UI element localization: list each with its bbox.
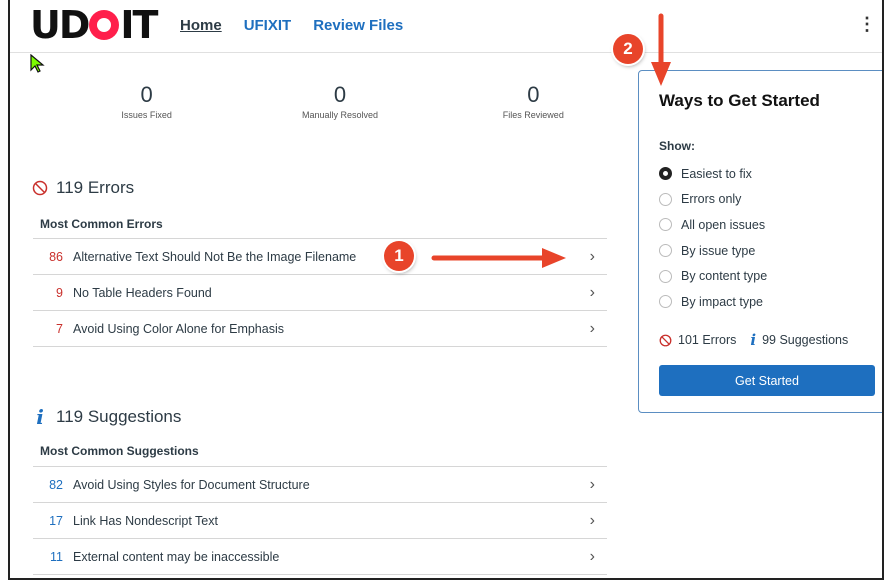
stat-value: 0 <box>527 82 540 107</box>
radio-circle-icon <box>659 295 672 309</box>
errors-heading: 119 Errors <box>32 178 134 198</box>
chevron-right-icon: › <box>589 511 595 529</box>
chevron-right-icon: › <box>589 283 595 301</box>
radio-errors-only[interactable]: Errors only <box>659 187 767 213</box>
suggestion-count: 11 <box>50 549 63 564</box>
suggestion-label: Avoid Using Styles for Document Structur… <box>73 477 310 492</box>
stat-label: Issues Fixed <box>121 110 172 120</box>
error-label: No Table Headers Found <box>73 285 212 300</box>
errors-tally: 101 Errors <box>678 333 737 347</box>
error-count: 86 <box>49 249 63 264</box>
info-icon: i <box>750 331 757 349</box>
suggestions-title: 119 Suggestions <box>56 407 182 426</box>
radio-circle-icon <box>659 218 672 232</box>
error-circle-slash-icon <box>32 180 48 196</box>
mouse-cursor-icon <box>30 54 45 73</box>
radio-label: By content type <box>681 269 768 284</box>
radio-label: By issue type <box>681 243 756 258</box>
radio-label: All open issues <box>681 217 766 232</box>
radio-by-issue-type[interactable]: By issue type <box>659 238 767 264</box>
radio-by-content-type[interactable]: By content type <box>659 263 767 289</box>
kebab-menu-icon[interactable]: ⋮ <box>858 14 876 35</box>
stat-value: 0 <box>333 82 347 107</box>
error-row[interactable]: 7 Avoid Using Color Alone for Emphasis › <box>33 310 607 347</box>
suggestion-row[interactable]: 17 Link Has Nondescript Text › <box>33 502 607 538</box>
nav-review-files[interactable]: Review Files <box>313 17 403 34</box>
suggestion-label: External content may be inaccessible <box>73 549 280 564</box>
radio-selected-icon <box>659 167 672 181</box>
card-tallies: 101 Errors i 99 Suggestions <box>659 331 848 349</box>
suggestions-tally: 99 Suggestions <box>762 333 849 347</box>
annotation-arrow-right-icon <box>431 248 566 268</box>
stat-label: Files Reviewed <box>502 110 564 120</box>
show-label: Show: <box>659 139 695 153</box>
stat-files-reviewed: 0 Files Reviewed <box>437 82 630 120</box>
suggestions-list: 82 Avoid Using Styles for Document Struc… <box>33 466 607 575</box>
nav-home[interactable]: Home <box>180 17 222 34</box>
suggestions-subtitle: Most Common Suggestions <box>40 444 199 458</box>
error-count: 9 <box>56 285 63 300</box>
radio-label: Errors only <box>681 192 742 207</box>
annotation-badge-1: 1 <box>384 241 414 271</box>
radio-label: By impact type <box>681 294 763 309</box>
chevron-right-icon: › <box>589 319 595 337</box>
nav-ufixit[interactable]: UFIXIT <box>244 17 292 34</box>
errors-subtitle: Most Common Errors <box>40 217 163 231</box>
info-icon: i <box>36 405 44 429</box>
suggestion-row[interactable]: 82 Avoid Using Styles for Document Struc… <box>33 466 607 502</box>
errors-title: 119 Errors <box>56 178 135 197</box>
udoit-logo[interactable]: U D IT <box>30 3 158 47</box>
suggestions-heading: i 119 Suggestions <box>32 405 181 429</box>
error-circle-slash-icon <box>659 334 672 346</box>
annotation-arrow-down-icon <box>651 13 671 86</box>
radio-circle-icon <box>659 269 672 283</box>
chevron-right-icon: › <box>589 547 595 565</box>
suggestion-count: 17 <box>49 513 63 528</box>
radio-label: Easiest to fix <box>681 166 752 181</box>
stat-issues-fixed: 0 Issues Fixed <box>50 82 243 120</box>
card-title: Ways to Get Started <box>659 91 820 110</box>
stat-value: 0 <box>140 82 153 107</box>
stat-label: Manually Resolved <box>301 110 379 120</box>
suggestion-label: Link Has Nondescript Text <box>73 513 218 528</box>
error-row[interactable]: 9 No Table Headers Found › <box>33 274 607 310</box>
suggestion-count: 82 <box>49 477 63 492</box>
radio-circle-icon <box>659 244 672 258</box>
error-count: 7 <box>56 321 63 336</box>
radio-easiest-to-fix[interactable]: Easiest to fix <box>659 161 767 187</box>
radio-circle-icon <box>659 192 672 206</box>
main-nav: Home UFIXIT Review Files <box>180 17 403 34</box>
chevron-right-icon: › <box>589 247 595 265</box>
logo-o-icon <box>89 10 120 40</box>
radio-by-impact-type[interactable]: By impact type <box>659 289 767 315</box>
error-label: Alternative Text Should Not Be the Image… <box>73 249 357 264</box>
stats-row: 0 Issues Fixed 0 Manually Resolved 0 Fil… <box>50 82 630 120</box>
chevron-right-icon: › <box>589 475 595 493</box>
suggestion-row[interactable]: 11 External content may be inaccessible … <box>33 538 607 575</box>
show-options-group: Easiest to fix Errors only All open issu… <box>659 161 767 315</box>
error-label: Avoid Using Color Alone for Emphasis <box>73 321 284 336</box>
annotation-badge-2: 2 <box>613 34 643 64</box>
radio-all-open-issues[interactable]: All open issues <box>659 212 767 238</box>
ways-to-get-started-card: Ways to Get Started Show: Easiest to fix… <box>638 70 882 413</box>
app-frame: U D IT Home UFIXIT Review Files ⋮ 0 Issues… <box>8 0 884 580</box>
stat-manually-resolved: 0 Manually Resolved <box>243 82 436 120</box>
get-started-button[interactable]: Get Started <box>659 365 875 396</box>
top-header: U D IT Home UFIXIT Review Files ⋮ <box>10 0 882 53</box>
